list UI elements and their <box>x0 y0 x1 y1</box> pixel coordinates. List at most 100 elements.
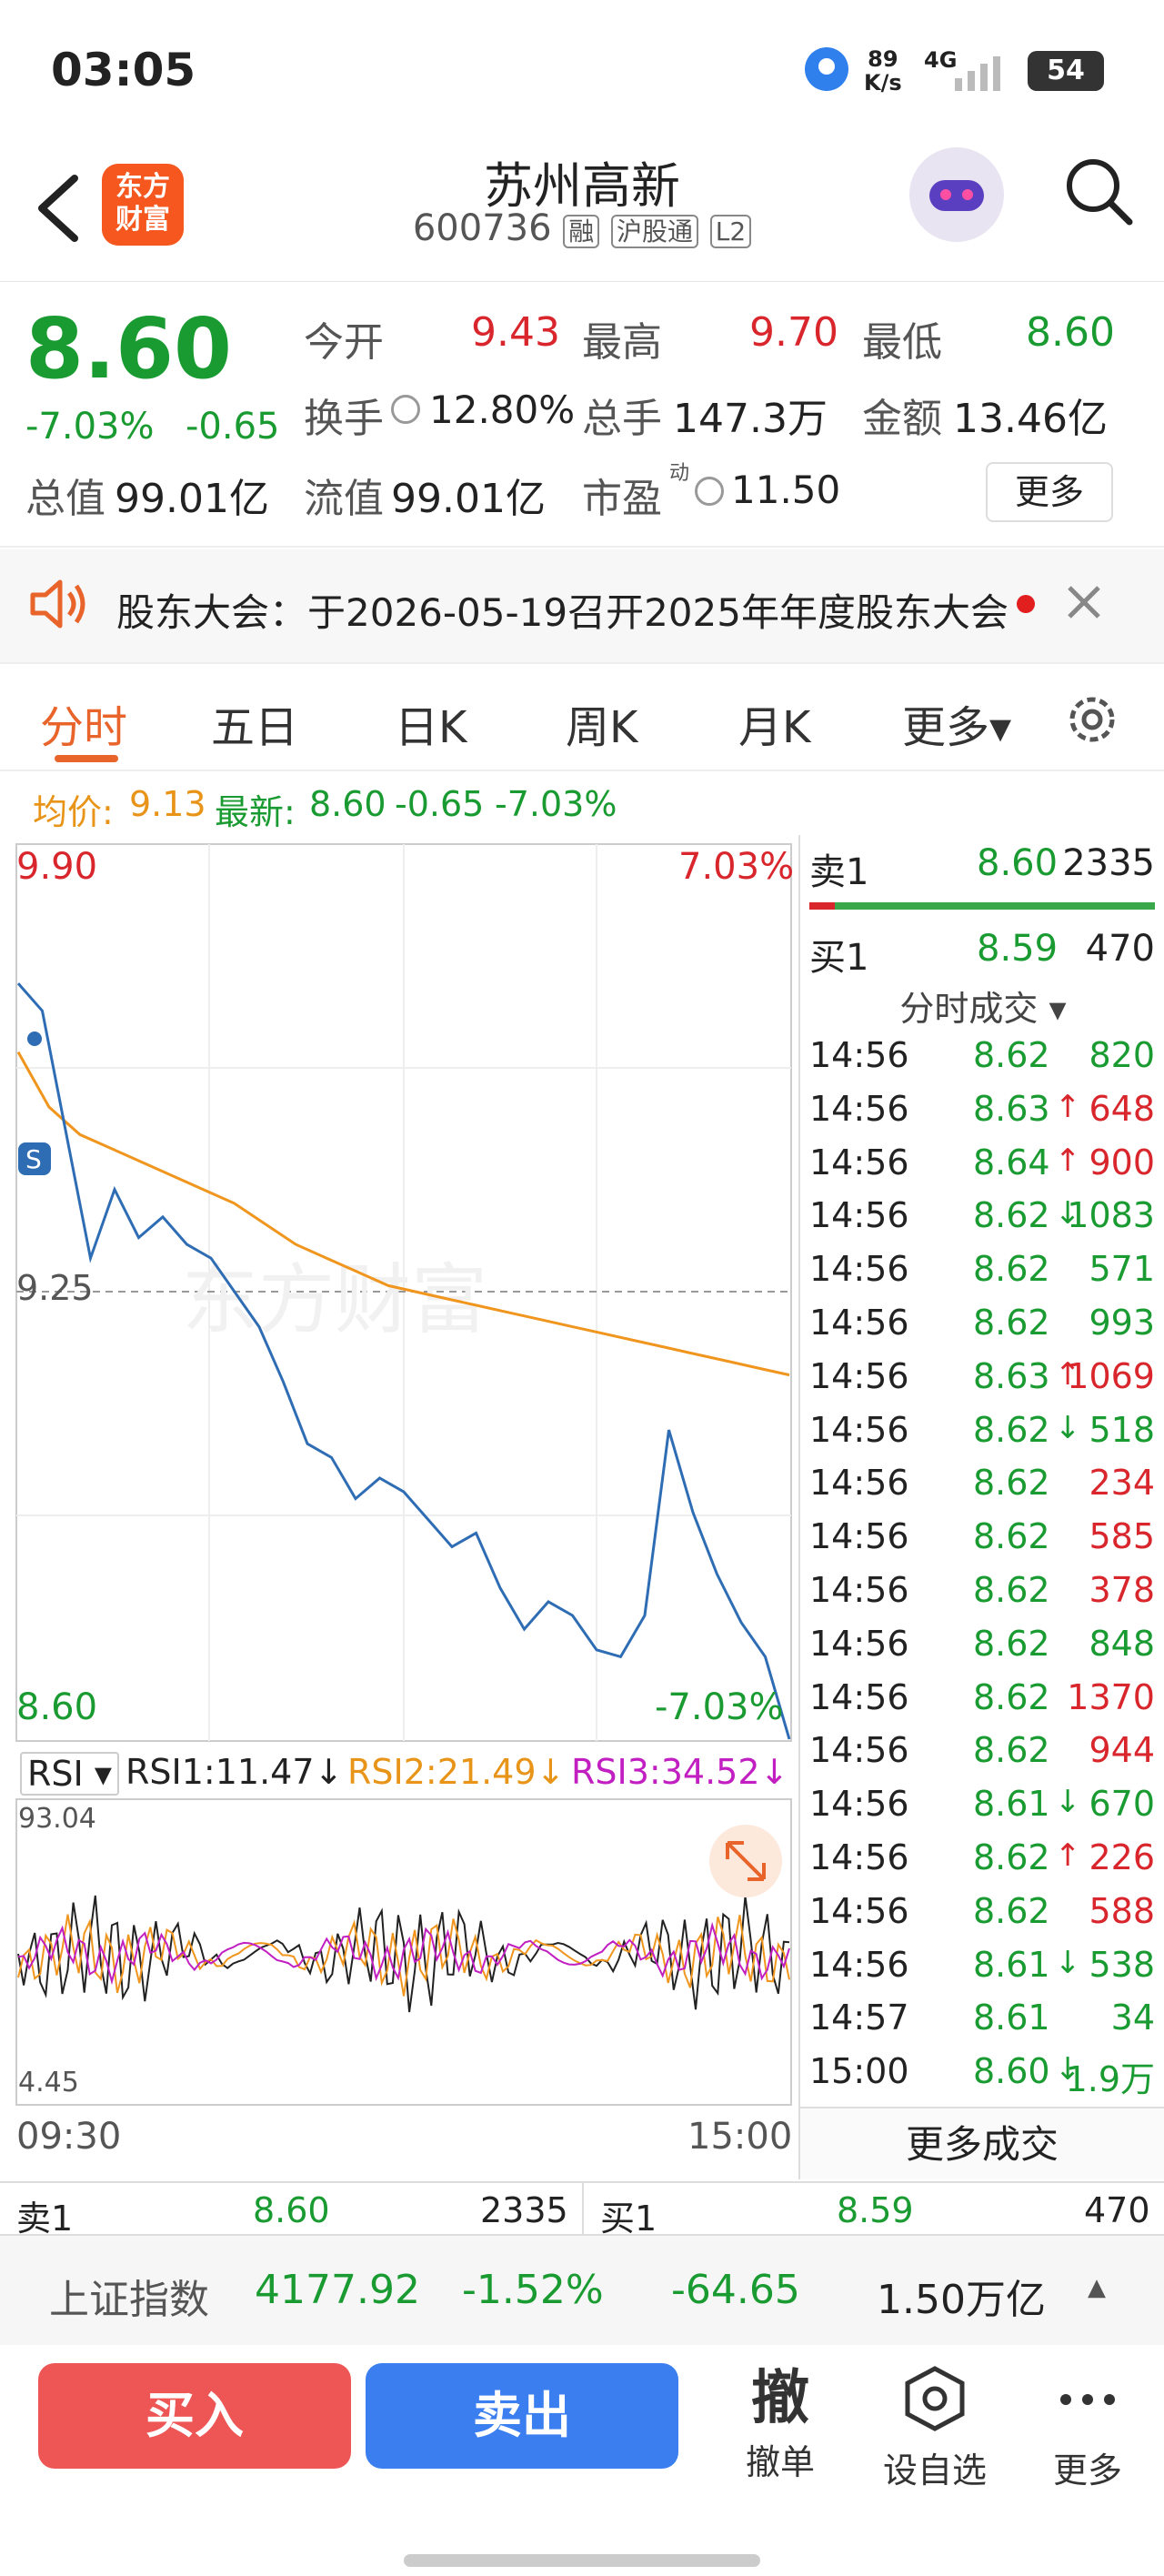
high-value: 9.70 <box>749 309 838 356</box>
tick-row: 14:57 8.61 34 <box>809 1997 1155 2038</box>
tab-daily-k[interactable]: 日K <box>395 691 467 755</box>
watermark: 东方财富 <box>182 1255 487 1344</box>
period-tabs: 分时 五日 日K 周K 月K 更多▾ <box>0 664 1164 771</box>
add-watchlist-button[interactable]: 设自选 <box>871 2363 998 2492</box>
stock-code: 600736 <box>412 207 552 249</box>
expand-up-icon: ▲ <box>1088 2274 1106 2301</box>
cancel-label: 撤单 <box>745 2442 815 2482</box>
intraday-chart[interactable]: 东方财富 S <box>0 835 800 2181</box>
watchlist-icon <box>905 2366 965 2431</box>
tab-intraday[interactable]: 分时 <box>40 691 127 755</box>
battery-icon: 54 <box>1028 51 1104 91</box>
latest-label: 最新: <box>215 792 296 832</box>
avg-value: 9.13 <box>129 784 206 824</box>
latest-pct: -7.03% <box>495 784 617 824</box>
ask1-row: 卖1 8.60 2335 <box>809 842 1155 893</box>
tick-row: 14:56 8.62 944 <box>809 1730 1155 1771</box>
tick-row: 14:56 8.61 ↓ 670 <box>809 1784 1155 1825</box>
trade-ticks-panel: 卖1 8.60 2335 买1 8.59 470 分时成交 ▾ 14:56 8.6… <box>798 835 1164 2179</box>
tick-row: 14:56 8.64 ↑ 900 <box>809 1142 1155 1182</box>
tab-weekly-k[interactable]: 周K <box>566 691 637 755</box>
index-value: 4177.92 <box>255 2267 420 2313</box>
change-amt: -0.65 <box>186 406 280 448</box>
stock-header: 东方 财富 苏州高新 600736 融 沪股通 L2 <box>0 136 1164 282</box>
tick-row: 14:56 8.61 ↓ 538 <box>809 1944 1155 1985</box>
mktcap-value: 99.01亿 <box>115 476 269 522</box>
y-top-label: 9.90 <box>16 846 98 888</box>
latest-chg: -0.65 <box>395 784 485 824</box>
tick-row: 14:56 8.62 848 <box>809 1623 1155 1664</box>
time-end-label: 15:00 <box>687 2116 793 2158</box>
ask1-volume: 2335 <box>480 2190 568 2230</box>
index-pct: -1.52% <box>462 2267 604 2313</box>
mktcap-label: 总值 <box>25 476 105 522</box>
notice-banner[interactable]: 股东大会：于2026-05-19召开2025年年度股东大会 <box>0 549 1164 664</box>
more-actions-button[interactable]: 更多 <box>1024 2363 1151 2492</box>
clock: 03:05 <box>51 44 196 96</box>
sell-button[interactable]: 卖出 <box>366 2363 678 2469</box>
ask1-price: 8.60 <box>253 2190 330 2230</box>
y-bottom-label: 8.60 <box>16 1686 98 1728</box>
location-icon <box>805 47 848 91</box>
tab-monthly-k[interactable]: 月K <box>738 691 810 755</box>
ticks-header[interactable]: 分时成交 ▾ <box>800 981 1164 1031</box>
volume-label: 总手 <box>582 396 662 442</box>
buy-button[interactable]: 买入 <box>38 2363 351 2469</box>
rsi-selector[interactable]: RSI ▾ <box>20 1752 119 1796</box>
tick-row: 14:56 8.62 ↑ 226 <box>809 1837 1155 1877</box>
order-ratio-bar <box>809 902 1155 910</box>
net-speed: 89 K/s <box>864 46 902 96</box>
tick-row: 14:56 8.63 ↑ 1069 <box>809 1355 1155 1396</box>
back-button[interactable] <box>27 167 91 249</box>
cancel-glyph-icon: 撤 <box>751 2365 809 2432</box>
order-book-bar: 卖1 8.60 2335 买1 8.59 470 <box>0 2181 1164 2239</box>
index-ticker[interactable]: 上证指数 4177.92 -1.52% -64.65 1.50万亿 ▲ <box>0 2236 1164 2345</box>
action-bar: 买入 卖出 撤 撤单 设自选 更多 <box>0 2345 1164 2576</box>
gear-icon[interactable] <box>1060 688 1124 755</box>
low-value: 8.60 <box>1026 309 1115 356</box>
cancel-order-button[interactable]: 撤 撤单 <box>717 2363 844 2484</box>
intraday-chart-area[interactable]: 东方财富 S 9.90 7.03% 9.25 8.60 -7.03% RSI ▾… <box>0 835 800 2181</box>
level2-tag: L2 <box>709 215 752 248</box>
tick-row: 14:56 8.62 571 <box>809 1249 1155 1290</box>
search-icon[interactable] <box>1062 155 1135 231</box>
unread-dot <box>1017 595 1035 613</box>
rsi1-value: RSI1:11.47↓ <box>125 1752 344 1792</box>
info-icon[interactable] <box>695 477 724 506</box>
tick-row: 14:56 8.62 820 <box>809 1035 1155 1075</box>
index-amount: 1.50万亿 <box>877 2277 1046 2323</box>
status-bar: 03:05 89 K/s 4G 54 <box>0 0 1164 136</box>
rsi3-value: RSI3:34.52↓ <box>571 1752 789 1792</box>
tick-row: 14:56 8.62 588 <box>809 1890 1155 1931</box>
tick-row: 14:56 8.62 585 <box>809 1516 1155 1557</box>
float-value: 99.01亿 <box>391 476 546 522</box>
avg-label: 均价: <box>33 792 114 832</box>
pe-value: 11.50 <box>731 468 841 512</box>
low-label: 最低 <box>862 319 942 366</box>
more-trades-button[interactable]: 更多成交 <box>800 2107 1164 2179</box>
pe-sup: 动 <box>669 462 690 485</box>
app-logo: 东方 财富 <box>102 164 184 246</box>
tab-five-day[interactable]: 五日 <box>211 691 298 755</box>
pct-top-label: 7.03% <box>678 846 795 888</box>
close-icon[interactable] <box>1064 582 1104 626</box>
tick-row: 14:56 8.62 993 <box>809 1303 1155 1343</box>
assistant-avatar-icon[interactable] <box>909 147 1004 242</box>
tick-row: 14:56 8.62 ↓ 1083 <box>809 1195 1155 1236</box>
open-value: 9.43 <box>471 309 560 356</box>
tick-row: 15:00 8.60 ↓ 1.9万 <box>809 2051 1155 2100</box>
home-indicator <box>404 2554 760 2567</box>
price-summary-line: 均价: 9.13 最新: 8.60 -0.65 -7.03% <box>0 771 1164 835</box>
pe-label: 市盈 <box>582 476 662 522</box>
turnover-value: 12.80% <box>429 387 576 432</box>
open-label: 今开 <box>304 319 384 366</box>
time-start-label: 09:30 <box>16 2116 122 2158</box>
tab-more[interactable]: 更多▾ <box>902 691 1011 755</box>
rsi-top-label: 93.04 <box>18 1803 96 1835</box>
y-mid-label: 9.25 <box>16 1268 94 1308</box>
more-button[interactable]: 更多 <box>986 462 1113 522</box>
bid1-price: 8.59 <box>837 2190 914 2230</box>
margin-tag: 融 <box>563 215 600 248</box>
quote-panel: 8.60 -7.03% -0.65 今开 9.43 最高 9.70 最低 8.6… <box>0 282 1164 548</box>
info-icon[interactable] <box>391 395 420 424</box>
